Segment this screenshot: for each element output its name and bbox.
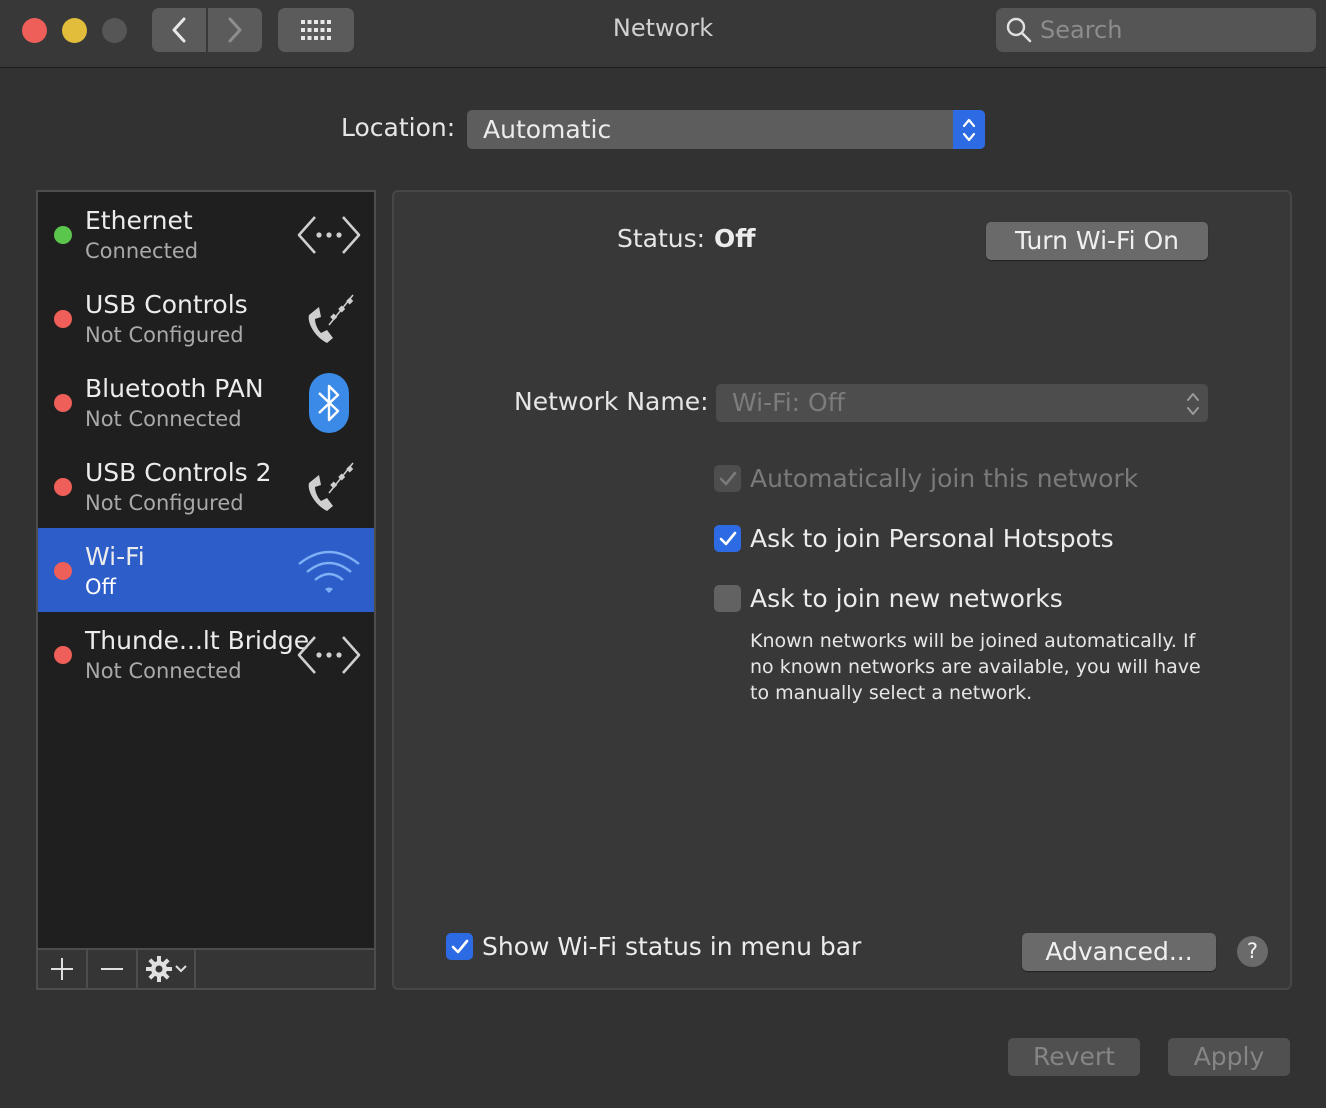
turn-wifi-on-button[interactable]: Turn Wi-Fi On — [986, 222, 1208, 260]
new-networks-note: Known networks will be joined automatica… — [750, 630, 1201, 704]
service-status: Not Connected — [85, 407, 242, 431]
service-status: Not Connected — [85, 659, 242, 683]
service-item-usb-controls[interactable]: USB Controls Not Configured — [38, 276, 374, 360]
service-name: USB Controls — [85, 290, 248, 319]
service-list: Ethernet Connected USB Controls Not Conf… — [36, 190, 376, 950]
service-name: Wi-Fi — [85, 542, 145, 571]
network-name-select: Wi-Fi: Off — [716, 384, 1208, 422]
search-placeholder: Search — [1040, 16, 1123, 44]
personal-hotspots-label[interactable]: Ask to join Personal Hotspots — [750, 524, 1114, 553]
up-down-chevron-icon — [1187, 393, 1199, 415]
service-item-thunderbolt-bridge[interactable]: Thunde...lt Bridge Not Connected — [38, 612, 374, 696]
service-status: Not Configured — [85, 491, 244, 515]
apply-button[interactable]: Apply — [1168, 1038, 1290, 1076]
minus-icon — [101, 968, 123, 970]
plus-icon — [51, 958, 73, 980]
help-button[interactable]: ? — [1237, 936, 1268, 967]
status-dot-red — [54, 646, 72, 664]
auto-join-label: Automatically join this network — [750, 464, 1139, 493]
service-status: Off — [85, 575, 116, 599]
new-networks-label[interactable]: Ask to join new networks — [750, 584, 1063, 613]
menubar-status-checkbox[interactable] — [446, 933, 473, 960]
status-value: Off — [714, 224, 756, 253]
remove-service-button[interactable] — [88, 950, 138, 988]
status-dot-red — [54, 310, 72, 328]
service-item-wifi[interactable]: Wi-Fi Off — [38, 528, 374, 612]
status-label: Status: — [617, 224, 706, 253]
service-list-toolbar — [36, 948, 376, 990]
gear-icon — [145, 956, 172, 982]
service-status: Not Configured — [85, 323, 244, 347]
status-dot-red — [54, 478, 72, 496]
status-dot-red — [54, 562, 72, 580]
phone-modem-icon — [296, 456, 362, 518]
service-status: Connected — [85, 239, 199, 263]
service-item-bluetooth-pan[interactable]: Bluetooth PAN Not Connected — [38, 360, 374, 444]
location-stepper — [953, 110, 985, 149]
new-networks-checkbox[interactable] — [714, 585, 741, 612]
chevron-down-icon — [174, 965, 187, 973]
service-name: Thunde...lt Bridge — [85, 626, 310, 655]
checkmark-icon — [719, 531, 736, 545]
service-item-usb-controls-2[interactable]: USB Controls 2 Not Configured — [38, 444, 374, 528]
network-name-label: Network Name: — [514, 387, 709, 416]
location-select[interactable]: Automatic — [467, 110, 985, 149]
status-dot-green — [54, 226, 72, 244]
location-value: Automatic — [483, 115, 612, 144]
revert-button[interactable]: Revert — [1008, 1038, 1140, 1076]
phone-modem-icon — [296, 288, 362, 350]
service-name: USB Controls 2 — [85, 458, 272, 487]
search-field[interactable]: Search — [996, 8, 1316, 52]
location-label: Location: — [341, 113, 456, 142]
title-bar: Network Search — [0, 0, 1326, 68]
service-item-ethernet[interactable]: Ethernet Connected — [38, 192, 374, 276]
service-name: Bluetooth PAN — [85, 374, 264, 403]
add-service-button[interactable] — [38, 950, 88, 988]
menubar-status-label[interactable]: Show Wi-Fi status in menu bar — [482, 932, 861, 961]
up-down-chevron-icon — [962, 118, 976, 141]
ethernet-arrows-icon — [296, 204, 362, 266]
advanced-button[interactable]: Advanced... — [1022, 933, 1216, 971]
service-actions-button[interactable] — [138, 950, 196, 988]
search-icon — [1006, 17, 1032, 43]
bluetooth-icon — [296, 372, 362, 434]
checkmark-icon — [451, 939, 468, 953]
auto-join-checkbox — [714, 465, 741, 492]
checkmark-icon — [719, 471, 736, 485]
personal-hotspots-checkbox[interactable] — [714, 525, 741, 552]
service-name: Ethernet — [85, 206, 193, 235]
network-name-value: Wi-Fi: Off — [732, 388, 845, 417]
wifi-icon — [296, 540, 362, 602]
ethernet-arrows-icon — [296, 624, 362, 686]
status-dot-red — [54, 394, 72, 412]
